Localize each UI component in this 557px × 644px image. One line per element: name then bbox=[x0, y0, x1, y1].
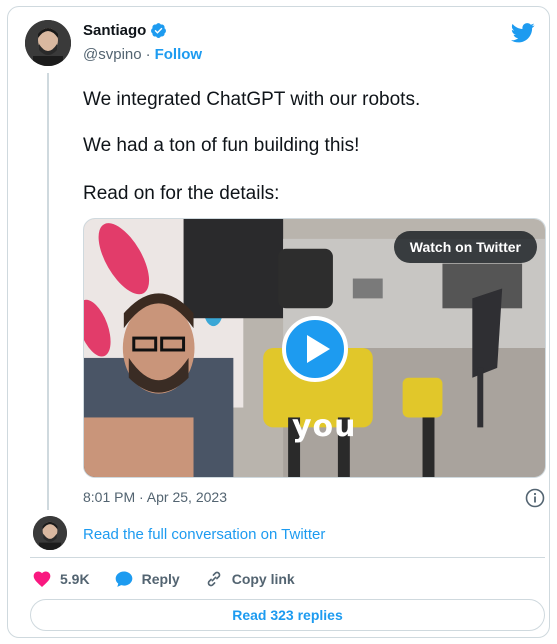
author-name-row: Santiago bbox=[83, 22, 167, 39]
copy-link-button[interactable]: Copy link bbox=[204, 569, 295, 589]
play-icon bbox=[307, 335, 330, 363]
tweet-text-line-2: We had a ton of fun building this! bbox=[83, 135, 360, 156]
watch-on-twitter-button[interactable]: Watch on Twitter bbox=[393, 231, 537, 263]
tweet-actions: 5.9K Reply Copy link bbox=[32, 569, 319, 589]
author-name[interactable]: Santiago bbox=[83, 22, 146, 39]
reply-label: Reply bbox=[141, 571, 180, 587]
heart-icon bbox=[33, 571, 51, 587]
follow-button[interactable]: Follow bbox=[155, 46, 203, 63]
separator-dot: · bbox=[145, 46, 151, 63]
copy-link-label: Copy link bbox=[231, 571, 295, 587]
tweet-timestamp[interactable]: 8:01 PM · Apr 25, 2023 bbox=[83, 489, 227, 505]
author-handle[interactable]: @svpino bbox=[83, 46, 142, 63]
divider bbox=[30, 557, 545, 558]
like-count: 5.9K bbox=[60, 571, 90, 587]
author-avatar[interactable] bbox=[25, 20, 71, 66]
author-handle-row: @svpino · Follow bbox=[83, 46, 202, 63]
conversation-avatar[interactable] bbox=[33, 516, 67, 550]
read-full-conversation-link[interactable]: Read the full conversation on Twitter bbox=[83, 526, 325, 543]
info-icon[interactable] bbox=[525, 488, 545, 508]
read-replies-button[interactable]: Read 323 replies bbox=[30, 599, 545, 631]
twitter-bird-icon[interactable] bbox=[510, 23, 535, 43]
tweet-text-line-1: We integrated ChatGPT with our robots. bbox=[83, 89, 421, 110]
link-icon bbox=[207, 571, 220, 587]
video-caption: you bbox=[292, 409, 357, 444]
play-button[interactable] bbox=[282, 316, 348, 382]
like-button[interactable]: 5.9K bbox=[32, 569, 90, 589]
thread-line bbox=[47, 73, 49, 510]
tweet-embed-card: Santiago @svpino · Follow We integrated … bbox=[7, 6, 550, 638]
video-media[interactable]: Watch on Twitter you bbox=[83, 218, 546, 478]
reply-bubble-icon bbox=[115, 571, 132, 587]
tweet-text-line-3: Read on for the details: bbox=[83, 183, 280, 204]
verified-badge-icon bbox=[150, 22, 167, 39]
reply-button[interactable]: Reply bbox=[114, 569, 180, 589]
